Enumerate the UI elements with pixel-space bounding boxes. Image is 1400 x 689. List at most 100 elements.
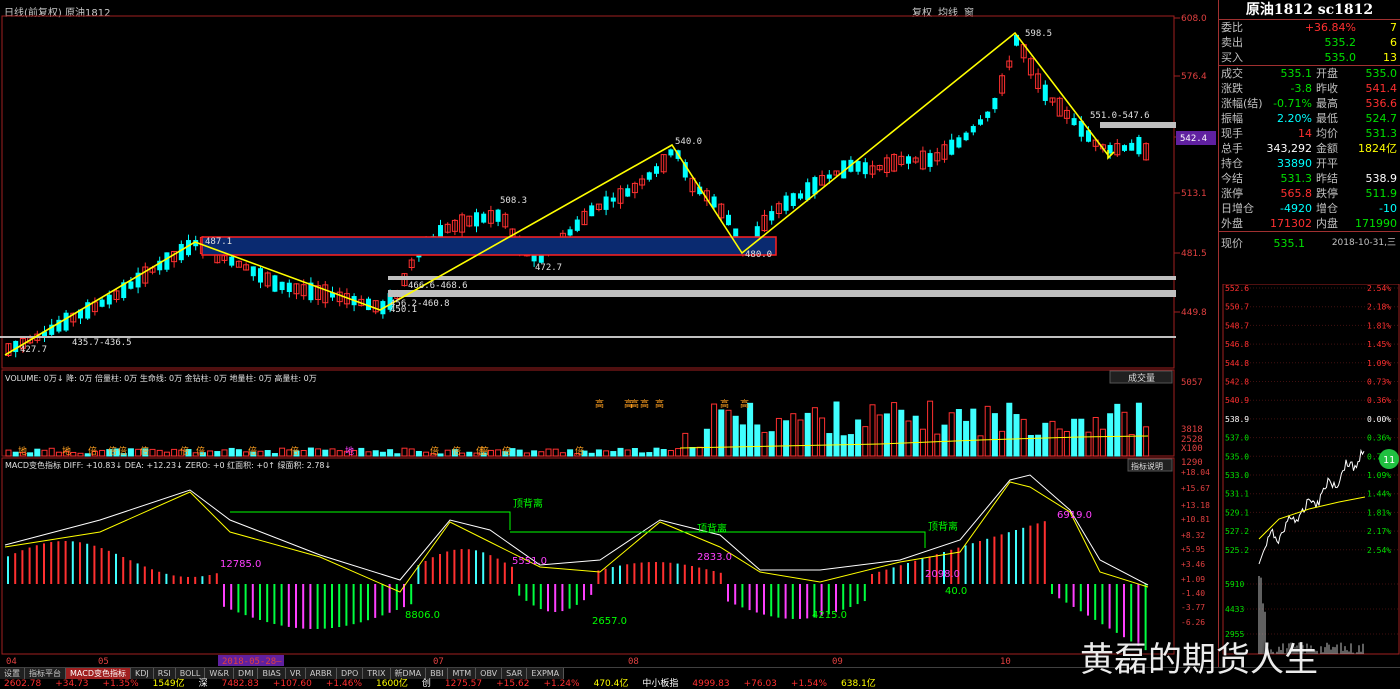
ticker-value: 创: [421, 679, 431, 689]
candle-body: [272, 275, 278, 292]
quote-label: 金额: [1316, 142, 1338, 155]
macd-label: 6919.0: [1057, 510, 1092, 521]
tab-1[interactable]: 指标平台: [25, 668, 66, 679]
candle-body: [1122, 145, 1127, 151]
tab-17[interactable]: SAR: [502, 668, 528, 679]
intraday-price: 535.1: [1273, 237, 1306, 250]
intraday-tick: 533.0: [1225, 471, 1249, 480]
candle-body: [927, 153, 933, 167]
kline-chart-panel[interactable]: 日线(前复权) 原油1812 复权 均线 窗 608.0576.4544.751…: [0, 0, 1218, 667]
tab-8[interactable]: BIAS: [258, 668, 286, 679]
macd-tick: -6.26: [1181, 618, 1205, 627]
volume-button: 成交量: [1128, 372, 1155, 384]
quote-label: 振幅: [1221, 112, 1243, 125]
volume-bar: [862, 426, 869, 457]
volume-bar: [977, 435, 984, 457]
tab-0[interactable]: 设置: [0, 668, 25, 679]
intraday-pct: 0.00%: [1367, 415, 1391, 424]
quote-volume: 7: [1390, 21, 1397, 34]
candle-body: [603, 196, 609, 210]
quote-pair-row: 振幅 2.20% 最低 524.7: [1219, 111, 1400, 126]
x-tick-label: 04: [6, 657, 17, 667]
volume-bar: [358, 447, 365, 457]
macd-label: 12785.0: [220, 559, 261, 570]
intraday-badge: 11: [1383, 455, 1395, 466]
tab-4[interactable]: RSI: [153, 668, 176, 679]
volume-bar: [336, 450, 343, 457]
quote-value: 531.3: [1280, 172, 1313, 185]
quote-pair-row: 现手 14 均价 531.3: [1219, 126, 1400, 141]
ticker-value: 中小板指: [642, 679, 679, 689]
tab-14[interactable]: BBI: [426, 668, 449, 679]
price-label: 551.0-547.6: [1090, 111, 1150, 121]
intraday-chart[interactable]: 552.6 550.7 548.7 546.8 544.8 542.8 540.9 538.9…: [1219, 284, 1400, 659]
tab-9[interactable]: VR: [285, 668, 306, 679]
volume-bar: [415, 450, 422, 457]
candle-body: [610, 197, 616, 202]
tab-18[interactable]: EXPMA: [527, 668, 565, 679]
volume-bar: [667, 449, 674, 457]
quote-pair-row: 涨幅(结) -0.71% 最高 536.6: [1219, 96, 1400, 111]
tab-10[interactable]: ARBR: [305, 668, 337, 679]
volume-bar: [624, 449, 631, 457]
tab-7[interactable]: DMI: [234, 668, 259, 679]
ticker-value: +15.62: [496, 679, 530, 689]
volume-bar: [675, 448, 682, 457]
intraday-pct: 0.73%: [1367, 378, 1391, 387]
quote-value: 524.7: [1365, 112, 1398, 125]
volume-mark: 倍: [88, 445, 97, 457]
tab-2[interactable]: MACD变色指标: [66, 668, 131, 679]
tab-5[interactable]: BOLL: [175, 668, 206, 679]
volume-bar: [1114, 403, 1121, 457]
volume-bar: [696, 446, 703, 457]
tab-16[interactable]: OBV: [476, 668, 503, 679]
volume-bar: [1020, 418, 1027, 457]
volume-bar: [869, 404, 876, 457]
quote-value: 511.9: [1365, 187, 1398, 200]
quote-pair-row: 外盘 171302 内盘 171990: [1219, 216, 1400, 231]
y-tick-label: 608.0: [1181, 14, 1207, 24]
macd-tick: -3.77: [1181, 603, 1205, 612]
candle-body: [250, 266, 256, 277]
volume-bar: [149, 448, 156, 457]
volume-bar: [228, 447, 235, 457]
intraday-tick: 531.1: [1225, 490, 1249, 499]
volume-bar: [545, 448, 552, 457]
candle-body: [906, 156, 911, 164]
volume-bar: [970, 408, 977, 457]
dea-line: [4, 481, 1149, 593]
intraday-date: 2018-10-31,三: [1331, 238, 1396, 248]
quote-value: 541.4: [1365, 82, 1398, 95]
ticker-value: +1.35%: [102, 679, 139, 689]
tab-11[interactable]: DPO: [336, 668, 364, 679]
intraday-pct: 2.18%: [1367, 303, 1391, 312]
tab-3[interactable]: KDJ: [130, 668, 154, 679]
tab-15[interactable]: MTM: [448, 668, 477, 679]
macd-legend: MACD变色指标 DIFF: +10.83↓ DEA: +12.23↓ ZERO…: [5, 460, 331, 470]
quote-value: 171302: [1270, 217, 1312, 230]
tab-6[interactable]: W&R: [205, 668, 235, 679]
intraday-pct: 1.09%: [1367, 359, 1391, 368]
candle-body: [63, 312, 69, 331]
volume-bar: [221, 449, 228, 457]
volume-bar: [315, 448, 322, 457]
volume-bar: [1042, 422, 1049, 457]
volume-bar: [48, 447, 55, 457]
volume-mark: 倍: [108, 445, 117, 457]
volume-bar: [754, 424, 761, 457]
candle-body: [862, 162, 868, 175]
macd-tick: +3.46: [1181, 560, 1205, 569]
level-bar: [0, 336, 1176, 338]
volume-mark: 倍: [502, 445, 511, 457]
quote-value: -0.71%: [1273, 97, 1312, 110]
quote-value: 171990: [1355, 217, 1397, 230]
tab-12[interactable]: TRIX: [363, 668, 391, 679]
price-label: 472.7: [535, 263, 562, 273]
candle-body: [668, 149, 674, 156]
quote-value: -10: [1379, 202, 1397, 215]
quote-value: [1348, 156, 1400, 171]
tab-13[interactable]: 新DMA: [390, 668, 427, 679]
volume-bar: [516, 449, 523, 457]
volume-bar: [1078, 418, 1085, 457]
quote-label: 最高: [1316, 97, 1338, 110]
